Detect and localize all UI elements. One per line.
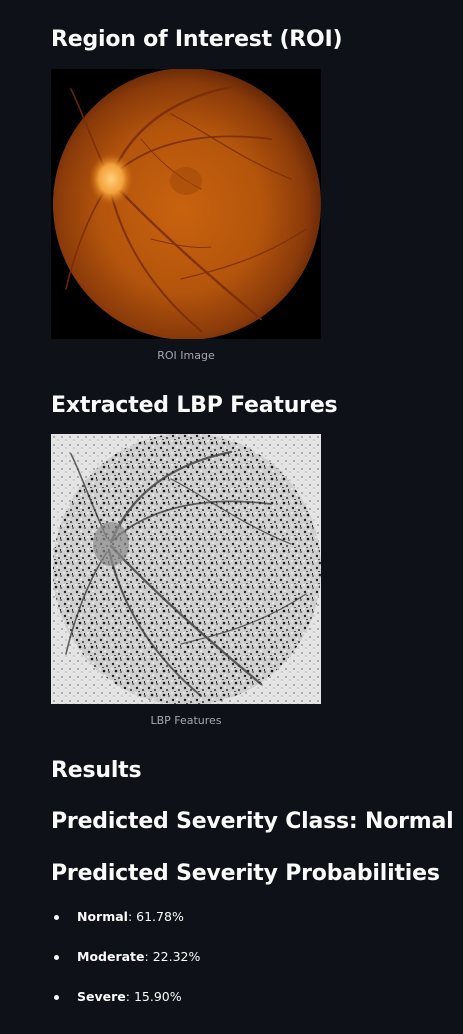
roi-image	[51, 69, 321, 339]
bullet-icon	[54, 995, 59, 1000]
prob-label: Normal	[77, 909, 128, 924]
prob-value: 22.32%	[152, 949, 201, 964]
predicted-class-heading: Predicted Severity Class: Normal	[51, 809, 454, 834]
roi-caption: ROI Image	[157, 349, 215, 362]
bullet-icon	[54, 915, 59, 920]
probabilities-list: Normal: 61.78% Moderate: 22.32% Severe: …	[51, 902, 200, 1022]
prob-label: Moderate	[77, 949, 145, 964]
lbp-image	[51, 434, 321, 704]
results-heading: Results	[51, 758, 142, 783]
prob-value: 15.90%	[133, 989, 182, 1004]
probabilities-heading: Predicted Severity Probabilities	[51, 861, 440, 886]
list-item: Moderate: 22.32%	[51, 942, 200, 982]
lbp-heading: Extracted LBP Features	[51, 393, 338, 418]
list-item: Severe: 15.90%	[51, 982, 200, 1022]
roi-heading: Region of Interest (ROI)	[51, 27, 343, 52]
app-main: Region of Interest (ROI) ROI Image Extra…	[0, 0, 463, 1034]
bullet-icon	[54, 955, 59, 960]
lbp-caption: LBP Features	[150, 714, 222, 727]
list-item: Normal: 61.78%	[51, 902, 200, 942]
prob-label: Severe	[77, 989, 126, 1004]
prob-value: 61.78%	[136, 909, 184, 924]
